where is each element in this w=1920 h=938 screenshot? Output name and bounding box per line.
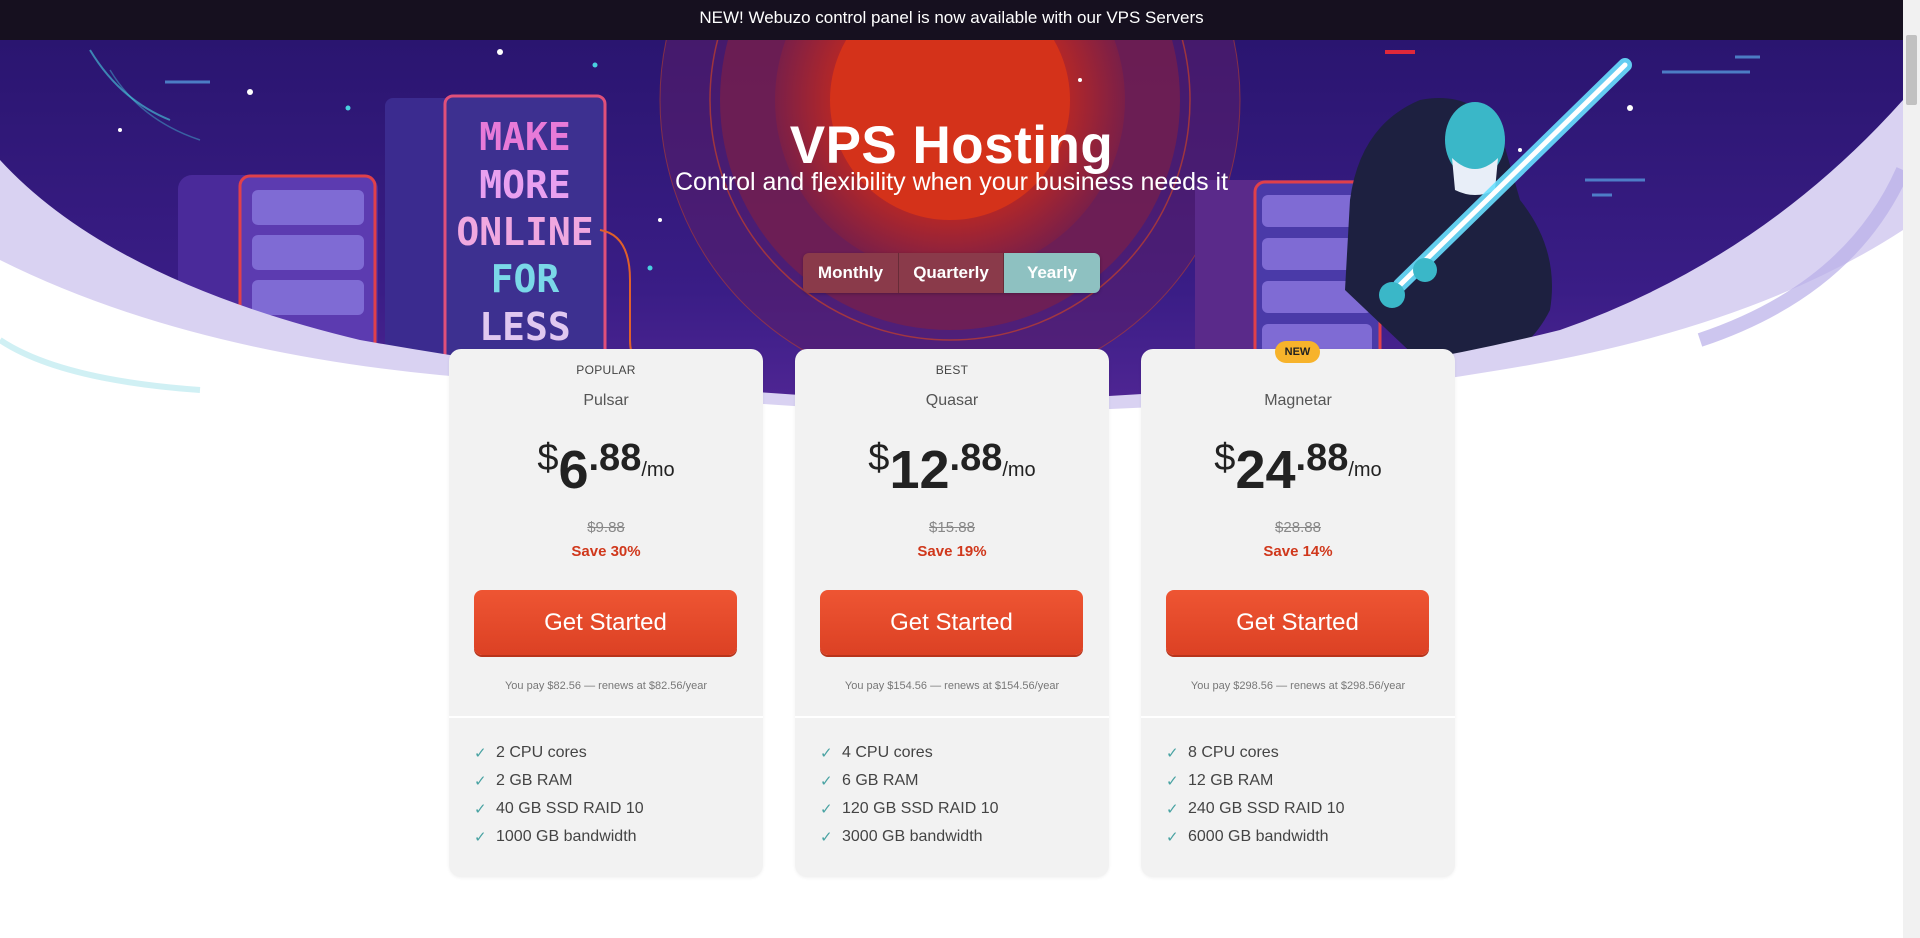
- price-integer: 24: [1235, 440, 1296, 500]
- check-icon: ✓: [474, 801, 487, 818]
- sign-line-5: LESS: [479, 305, 571, 349]
- announcement-text[interactable]: NEW! Webuzo control panel is now availab…: [699, 8, 1203, 27]
- price-integer: 12: [889, 440, 950, 500]
- announcement-bar[interactable]: NEW! Webuzo control panel is now availab…: [0, 0, 1903, 40]
- check-icon: ✓: [474, 773, 487, 790]
- feature-item: ✓ 12 GB RAM: [1166, 767, 1345, 795]
- check-icon: ✓: [820, 801, 833, 818]
- check-icon: ✓: [474, 829, 487, 846]
- feature-item: ✓ 40 GB SSD RAID 10: [474, 795, 644, 823]
- price-decimal: .88: [588, 437, 642, 479]
- price-decimal: .88: [949, 437, 1003, 479]
- original-price: $28.88: [1275, 519, 1321, 536]
- vertical-scrollbar[interactable]: [1903, 0, 1920, 938]
- plan-card-magnetar: NEW Magnetar $24.88/mo $28.88 Save 14% G…: [1141, 341, 1455, 877]
- check-icon: ✓: [1166, 773, 1179, 790]
- price-integer: 6: [558, 440, 589, 500]
- renewal-note: You pay $298.56 — renews at $298.56/year: [1190, 680, 1406, 692]
- check-icon: ✓: [820, 829, 833, 846]
- feature-list: ✓ 8 CPU cores ✓ 12 GB RAM ✓ 240 GB SSD RAID…: [1166, 739, 1345, 851]
- price-currency: $: [1214, 437, 1236, 479]
- get-started-button[interactable]: Get Started: [474, 590, 737, 655]
- feature-label: 240 GB SSD RAID 10: [1188, 800, 1345, 817]
- page: NEW! Webuzo control panel is now availab…: [0, 0, 1903, 938]
- billing-yearly-option[interactable]: Yearly: [1004, 253, 1100, 293]
- feature-label: 120 GB SSD RAID 10: [842, 800, 999, 817]
- plan-price: $24.88/mo: [1141, 437, 1455, 501]
- feature-list: ✓ 2 CPU cores ✓ 2 GB RAM ✓ 40 GB SSD RAID 1…: [474, 739, 644, 851]
- billing-quarterly-option[interactable]: Quarterly: [899, 253, 1004, 293]
- price-period: /mo: [641, 459, 675, 481]
- feature-item: ✓ 4 CPU cores: [820, 739, 999, 767]
- card-divider: [449, 716, 763, 718]
- card-divider: [1141, 716, 1455, 718]
- plan-price: $12.88/mo: [795, 437, 1109, 501]
- original-price: $15.88: [929, 519, 975, 536]
- check-icon: ✓: [474, 745, 487, 762]
- feature-label: 1000 GB bandwidth: [496, 828, 637, 845]
- plan-name: Pulsar: [583, 392, 629, 409]
- feature-label: 2 CPU cores: [496, 744, 587, 761]
- price-currency: $: [868, 437, 890, 479]
- save-percent: Save 19%: [917, 543, 987, 560]
- feature-label: 8 CPU cores: [1188, 744, 1279, 761]
- feature-item: ✓ 2 CPU cores: [474, 739, 644, 767]
- get-started-button[interactable]: Get Started: [820, 590, 1083, 655]
- feature-label: 40 GB SSD RAID 10: [496, 800, 644, 817]
- plan-kicker: POPULAR: [576, 363, 636, 377]
- feature-item: ✓ 6 GB RAM: [820, 767, 999, 795]
- billing-monthly-option[interactable]: Monthly: [803, 253, 899, 293]
- feature-item: ✓ 120 GB SSD RAID 10: [820, 795, 999, 823]
- save-percent: Save 14%: [1263, 543, 1333, 560]
- page-subtitle: Control and flexibility when your busine…: [674, 168, 1229, 196]
- scrollbar-thumb[interactable]: [1906, 35, 1917, 105]
- plan-price: $6.88/mo: [449, 437, 763, 501]
- renewal-note: You pay $154.56 — renews at $154.56/year: [844, 680, 1060, 692]
- feature-item: ✓ 8 CPU cores: [1166, 739, 1345, 767]
- save-percent: Save 30%: [571, 543, 641, 560]
- get-started-button[interactable]: Get Started: [1166, 590, 1429, 655]
- plan-name: Magnetar: [1264, 392, 1332, 409]
- plan-kicker: BEST: [935, 363, 969, 377]
- feature-list: ✓ 4 CPU cores ✓ 6 GB RAM ✓ 120 GB SSD RAID …: [820, 739, 999, 851]
- feature-label: 4 CPU cores: [842, 744, 933, 761]
- billing-period-toggle: Monthly Quarterly Yearly: [803, 253, 1100, 293]
- price-period: /mo: [1002, 459, 1036, 481]
- feature-item: ✓ 3000 GB bandwidth: [820, 823, 999, 851]
- feature-item: ✓ 1000 GB bandwidth: [474, 823, 644, 851]
- sign-line-4: FOR: [491, 257, 560, 301]
- check-icon: ✓: [820, 773, 833, 790]
- check-icon: ✓: [1166, 829, 1179, 846]
- price-decimal: .88: [1295, 437, 1349, 479]
- price-period: /mo: [1348, 459, 1382, 481]
- original-price: $9.88: [587, 519, 625, 536]
- card-divider: [795, 716, 1109, 718]
- check-icon: ✓: [1166, 801, 1179, 818]
- feature-label: 6 GB RAM: [842, 772, 919, 789]
- feature-item: ✓ 6000 GB bandwidth: [1166, 823, 1345, 851]
- plan-card-quasar: BEST Quasar $12.88/mo $15.88 Save 19% Ge…: [795, 349, 1109, 877]
- new-badge: NEW: [1275, 341, 1320, 363]
- feature-item: ✓ 240 GB SSD RAID 10: [1166, 795, 1345, 823]
- sign-line-3: ONLINE: [456, 210, 593, 254]
- price-currency: $: [537, 437, 559, 479]
- plan-card-pulsar: POPULAR Pulsar $6.88/mo $9.88 Save 30% G…: [449, 349, 763, 877]
- check-icon: ✓: [1166, 745, 1179, 762]
- feature-label: 6000 GB bandwidth: [1188, 828, 1329, 845]
- feature-label: 3000 GB bandwidth: [842, 828, 983, 845]
- feature-label: 2 GB RAM: [496, 772, 573, 789]
- feature-item: ✓ 2 GB RAM: [474, 767, 644, 795]
- plan-name: Quasar: [925, 392, 979, 409]
- renewal-note: You pay $82.56 — renews at $82.56/year: [504, 680, 707, 692]
- feature-label: 12 GB RAM: [1188, 772, 1274, 789]
- page-title: VPS Hosting: [789, 116, 1114, 175]
- check-icon: ✓: [820, 745, 833, 762]
